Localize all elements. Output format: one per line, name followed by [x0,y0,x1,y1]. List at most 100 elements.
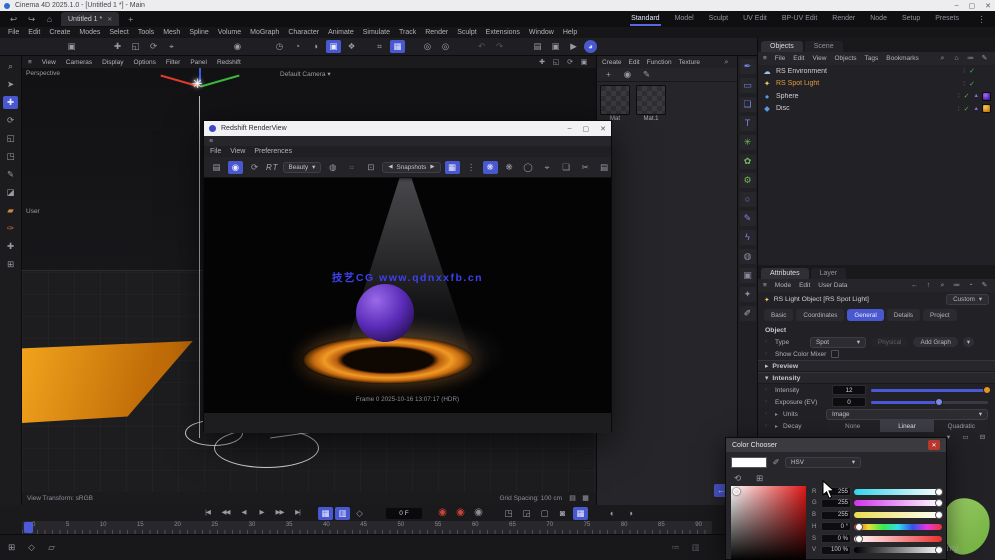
play-icon[interactable]: ▶ [254,507,269,520]
renderview-titlebar[interactable]: Redshift RenderView – ▢ ✕ [204,121,611,136]
viewport-menu-item[interactable]: Options [133,59,155,66]
object-label[interactable]: RS Environment [776,68,959,75]
shading-icon[interactable]: ◑ [308,40,323,53]
burger-icon[interactable]: ≡ [28,59,32,66]
material-label[interactable]: Mat.1 [635,116,667,122]
material-tag-icon[interactable] [982,91,991,101]
close-button[interactable]: ✕ [985,2,991,10]
prev-frame-icon[interactable]: ◀ [236,507,251,520]
channel-slider[interactable] [854,522,942,531]
plane-primitive-icon[interactable]: ▭ [739,78,756,93]
viewport-menu-item[interactable]: Filter [166,59,180,66]
attribute-section-tab[interactable]: Project [923,309,957,321]
panel-tab[interactable]: Scene [804,41,843,52]
rotate-view-icon[interactable]: ⟳ [564,57,576,67]
objects-menu-item[interactable]: Bookmarks [886,55,919,62]
expand-icon[interactable]: ❏ [559,161,574,174]
dynamics-icon[interactable]: ϟ [739,230,756,245]
visibility-toggles[interactable]: ∶ [963,80,965,88]
color-mixer-checkbox[interactable] [831,350,840,358]
color-mode-dropdown[interactable]: HSV ▾ [785,457,861,468]
burger-icon[interactable]: ≡ [763,55,767,62]
up-icon[interactable]: ↑ [923,281,934,291]
channel-knob[interactable] [934,511,943,520]
menu-item[interactable]: Character [288,29,319,36]
color-chooser-titlebar[interactable]: Color Chooser ✕ [726,438,946,452]
menu-item[interactable]: Window [529,29,554,36]
layout-tab[interactable]: Sculpt [708,13,729,26]
compare-icon[interactable]: ⌗ [344,161,359,174]
menu-item[interactable]: Volume [218,29,241,36]
rv-close-button[interactable]: ✕ [600,125,606,133]
type-dropdown[interactable]: Spot ▾ [810,336,866,348]
units-dropdown[interactable]: Image ▾ [826,408,988,420]
viewport-menu-item[interactable]: Cameras [66,59,92,66]
region-icon[interactable]: ◯ [521,161,536,174]
object-row[interactable]: ● Sphere ∶ ✓ ▲ [758,90,995,103]
preview-section-header[interactable]: ▸ Preview [758,360,995,372]
target-a-icon[interactable]: ◎ [420,40,435,53]
texture-mode-icon[interactable]: ✑ [3,222,18,235]
redo-icon[interactable]: ↪ [24,13,39,26]
enabled-check-icon[interactable]: ✓ [969,80,975,88]
status-icon-b[interactable]: ▦ [580,494,591,504]
record-keyframe-icon[interactable]: ◉ [435,507,450,520]
object-label[interactable]: Disc [776,105,954,112]
renderview-menu-item[interactable]: View [230,148,245,155]
channel-slider[interactable] [854,546,943,555]
attribute-section-tab[interactable]: Details [886,309,921,321]
snowflake-icon[interactable]: ❋ [502,161,517,174]
material-preview-icon[interactable]: ◉ [620,68,635,81]
search-icon[interactable]: ⌕ [721,57,732,67]
camera-icon[interactable]: ▣ [739,268,756,283]
viewport-menu-item[interactable]: Panel [190,59,207,66]
target-b-icon[interactable]: ◎ [438,40,453,53]
panel-tab[interactable]: Objects [761,41,803,52]
burger-icon[interactable]: ≡ [763,282,767,289]
viewport-menu-item[interactable]: Display [102,59,123,66]
rs-object-tag-icon[interactable]: ▲ [974,93,979,99]
record-pla-icon[interactable]: ▦ [573,506,588,520]
menu-item[interactable]: Spline [189,29,208,36]
history-icon[interactable]: ◔ [965,281,976,291]
goto-end-icon[interactable]: ▶| [290,507,305,520]
undo-icon[interactable]: ↩ [6,13,21,26]
polygon-mode-icon[interactable]: ▰ [3,204,18,217]
exposure-slider[interactable] [871,398,988,406]
color-chooser-window[interactable]: Color Chooser ✕ ✐ HSV ▾ ⟲ ⊞ R 255 G 255 … [725,437,947,560]
decay-option-button[interactable]: Quadratic [934,420,988,432]
bucket-render-icon[interactable]: ▦ [444,160,460,174]
search-icon[interactable]: ⌕ [937,54,948,64]
attribute-section-tab[interactable]: Coordinates [796,309,845,321]
channel-slider[interactable] [854,511,943,520]
visibility-toggles[interactable]: ∶ [963,67,965,75]
channel-knob[interactable] [934,499,943,508]
channel-value[interactable]: 0 % [821,534,851,543]
render-view-icon[interactable]: ▤ [530,40,545,53]
exposure-value[interactable]: 0 [832,397,866,407]
status-icon-a[interactable]: ▤ [567,494,578,504]
panel-tab[interactable]: Layer [810,268,847,279]
quantize-icon[interactable]: ❖ [344,40,359,53]
record-options-icon[interactable]: ◉ [471,507,486,520]
snap-icon[interactable]: ▣ [326,40,341,53]
rv-maximize-button[interactable]: ▢ [583,125,590,133]
playhead[interactable] [24,522,33,533]
layout-tab[interactable]: Model [674,13,695,26]
attribute-section-tab[interactable]: Basic [764,309,794,321]
channel-slider[interactable] [854,487,943,496]
channel-value[interactable]: 0 ° [821,522,851,532]
panel-icon-a[interactable]: ▭ [960,434,971,443]
document-tab[interactable]: Untitled 1 * ✕ [61,12,120,26]
objects-menu-item[interactable]: Objects [834,55,856,62]
start-render-icon[interactable]: ◉ [228,160,243,174]
layout-tab[interactable]: UV Edit [742,13,768,26]
expand-icon[interactable]: ▸ [775,411,778,418]
attributes-menu-item[interactable]: Mode [775,282,791,289]
enabled-check-icon[interactable]: ✓ [964,92,970,100]
object-row[interactable]: ◆ Disc ∶ ✓ ▲ [758,103,995,116]
close-button[interactable]: ✕ [928,440,940,450]
light-icon[interactable]: ✦ [739,287,756,302]
redshift-logo-icon[interactable]: ◕ [584,40,597,53]
enabled-check-icon[interactable]: ✓ [969,67,975,75]
